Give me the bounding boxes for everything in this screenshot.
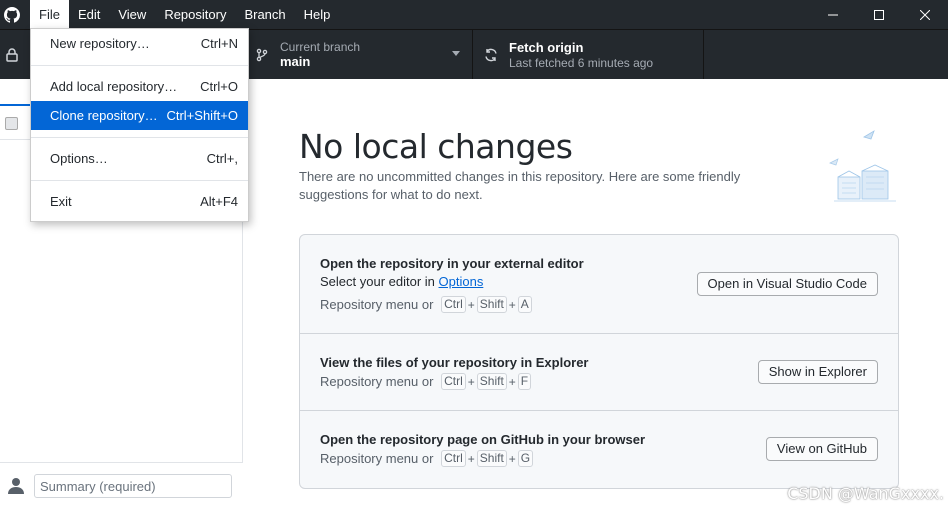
- key-shift: Shift: [476, 450, 507, 467]
- sync-icon: [473, 48, 509, 62]
- menu-item-label: Clone repository…: [50, 108, 158, 123]
- menu-edit[interactable]: Edit: [69, 0, 109, 29]
- menu-item-options[interactable]: Options… Ctrl+,: [31, 144, 248, 173]
- key-ctrl: Ctrl: [441, 373, 466, 390]
- suggestion-card-explorer: View the files of your repository in Exp…: [300, 334, 898, 411]
- branch-name: main: [280, 54, 311, 69]
- menu-repository[interactable]: Repository: [155, 0, 235, 29]
- branch-label: Current branch: [280, 40, 361, 54]
- menu-bar: File Edit View Repository Branch Help: [30, 0, 339, 29]
- options-link[interactable]: Options: [439, 274, 484, 289]
- menu-separator: [31, 65, 248, 66]
- shortcut-prefix: Repository menu or: [320, 451, 434, 466]
- card-title: Open the repository page on GitHub in yo…: [320, 432, 646, 447]
- menu-separator: [31, 137, 248, 138]
- maximize-button[interactable]: [856, 0, 902, 29]
- key-letter: G: [517, 450, 534, 467]
- branch-icon: [244, 48, 280, 62]
- show-in-explorer-button[interactable]: Show in Explorer: [757, 360, 878, 384]
- suggestion-card-github: Open the repository page on GitHub in yo…: [300, 411, 898, 488]
- avatar-icon: [7, 476, 25, 494]
- github-logo-icon: [0, 0, 24, 29]
- key-letter: F: [517, 373, 532, 390]
- page-subtitle: There are no uncommitted changes in this…: [299, 169, 741, 202]
- menu-item-label: Options…: [50, 151, 108, 166]
- keyboard-shortcut: Repository menu or Ctrl + Shift + F: [320, 373, 532, 390]
- card-description: Select your editor in Options: [320, 274, 483, 289]
- close-icon: [920, 9, 930, 20]
- menu-branch[interactable]: Branch: [235, 0, 294, 29]
- menu-item-label: New repository…: [50, 36, 150, 51]
- menu-separator: [31, 180, 248, 181]
- menu-item-exit[interactable]: Exit Alt+F4: [31, 187, 248, 216]
- menu-item-clone-repository[interactable]: Clone repository… Ctrl+Shift+O: [31, 101, 248, 130]
- fetch-label: Fetch origin: [509, 40, 584, 55]
- window-controls: [810, 0, 948, 29]
- fetch-origin-button[interactable]: Fetch origin Last fetched 6 minutes ago: [473, 30, 704, 80]
- menu-item-shortcut: Ctrl+,: [206, 151, 238, 166]
- card-title: Open the repository in your external edi…: [320, 256, 584, 271]
- select-all-checkbox[interactable]: [5, 117, 18, 130]
- title-bar: File Edit View Repository Branch Help: [0, 0, 948, 29]
- minimize-button[interactable]: [810, 0, 856, 29]
- menu-file[interactable]: File: [30, 0, 69, 29]
- view-on-github-button[interactable]: View on GitHub: [765, 437, 878, 461]
- minimize-icon: [828, 14, 838, 15]
- suggestion-card-editor: Open the repository in your external edi…: [300, 235, 898, 334]
- summary-input[interactable]: [34, 474, 232, 498]
- menu-help[interactable]: Help: [295, 0, 340, 29]
- menu-item-shortcut: Ctrl+N: [200, 36, 238, 51]
- key-ctrl: Ctrl: [441, 296, 466, 313]
- menu-item-shortcut: Ctrl+Shift+O: [166, 108, 238, 123]
- menu-item-label: Exit: [50, 194, 72, 209]
- caret-down-icon: [452, 51, 460, 56]
- lock-icon: [0, 30, 24, 80]
- watermark: CSDN @WanGxxxx.: [787, 484, 944, 503]
- changes-tab-indicator: [0, 104, 30, 106]
- menu-item-label: Add local repository…: [50, 79, 178, 94]
- key-shift: Shift: [476, 296, 507, 313]
- suggestions-panel: Open the repository in your external edi…: [299, 234, 899, 489]
- card-description-text: Select your editor in: [320, 274, 439, 289]
- close-button[interactable]: [902, 0, 948, 29]
- shortcut-prefix: Repository menu or: [320, 297, 434, 312]
- card-title: View the files of your repository in Exp…: [320, 355, 589, 370]
- keyboard-shortcut: Repository menu or Ctrl + Shift + A: [320, 296, 532, 313]
- current-branch-button[interactable]: Current branch main: [243, 30, 473, 80]
- menu-item-shortcut: Ctrl+O: [200, 79, 238, 94]
- shortcut-prefix: Repository menu or: [320, 374, 434, 389]
- commit-panel: [0, 462, 243, 511]
- page-title: No local changes: [299, 127, 573, 166]
- menu-item-new-repository[interactable]: New repository… Ctrl+N: [31, 29, 248, 58]
- menu-item-shortcut: Alt+F4: [200, 194, 238, 209]
- empty-state-illustration: [826, 125, 902, 205]
- main-panel: No local changes There are no uncommitte…: [244, 79, 948, 511]
- key-letter: A: [517, 296, 532, 313]
- file-menu-dropdown: New repository… Ctrl+N Add local reposit…: [30, 28, 249, 222]
- menu-view[interactable]: View: [109, 0, 155, 29]
- open-in-editor-button[interactable]: Open in Visual Studio Code: [696, 272, 878, 296]
- key-ctrl: Ctrl: [441, 450, 466, 467]
- menu-item-add-local-repository[interactable]: Add local repository… Ctrl+O: [31, 72, 248, 101]
- maximize-icon: [874, 9, 884, 20]
- fetch-status: Last fetched 6 minutes ago: [509, 56, 654, 70]
- key-shift: Shift: [476, 373, 507, 390]
- keyboard-shortcut: Repository menu or Ctrl + Shift + G: [320, 450, 534, 467]
